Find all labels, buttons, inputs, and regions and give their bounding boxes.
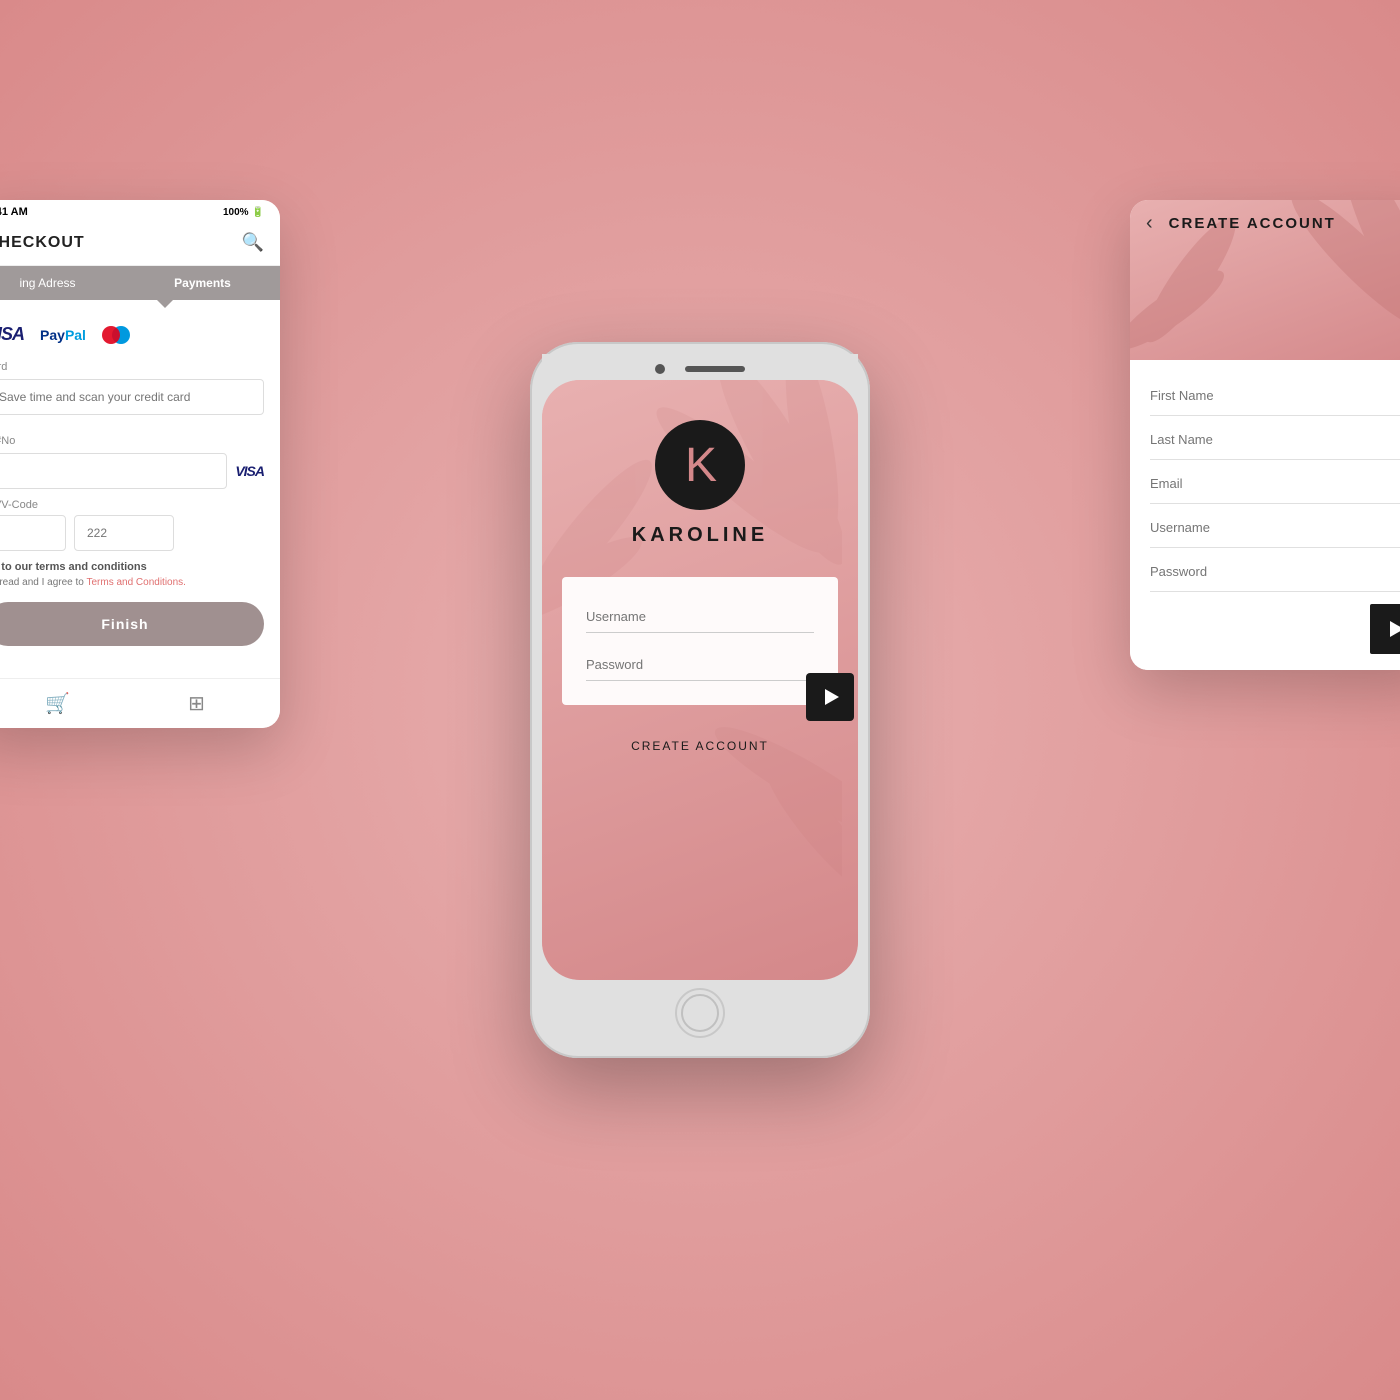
status-bar: 9:41 AM 100% 🔋 [0,200,280,224]
phone-screen: K KAROLINE CREATE ACCOUNT [542,380,858,980]
cart-icon[interactable]: 🛒 [45,691,70,716]
logo-letter: K [685,438,715,493]
login-card [562,577,838,705]
visa-card-logo: VISA [235,463,264,479]
cvv-input-value[interactable] [74,515,174,551]
username-input[interactable] [586,601,814,633]
right-phone: ‹ CREATE ACCOUNT [1130,200,1400,670]
next-arrow-icon [1390,621,1400,637]
screen-content: K KAROLINE CREATE ACCOUNT [542,380,858,980]
home-button[interactable] [675,988,725,1038]
terms-link[interactable]: Terms and Conditions. [86,577,186,588]
terms-heading: ee to our terms and conditions [0,561,264,573]
left-phone: 9:41 AM 100% 🔋 CHECKOUT 🔍 ing Adress Pay… [0,200,280,728]
first-name-input[interactable] [1150,376,1400,416]
card-number-row: VISA [0,453,264,489]
scan-card-input[interactable] [0,379,264,415]
play-triangle-icon [825,689,839,705]
password-input[interactable] [1150,552,1400,592]
terms-text: ve read and I agree to Terms and Conditi… [0,577,264,588]
back-button[interactable]: ‹ [1146,212,1153,235]
center-phone: K KAROLINE CREATE ACCOUNT [530,342,870,1058]
payment-methods: VISA PayPal [0,324,264,345]
maestro-logo [102,326,130,344]
app-logo-circle: K [655,420,745,510]
card-label: card [0,361,264,373]
last-name-input[interactable] [1150,420,1400,460]
paypal-logo: PayPal [40,327,86,343]
create-account-link[interactable]: CREATE ACCOUNT [631,739,769,753]
speaker-bar [685,366,745,372]
email-input[interactable] [1150,464,1400,504]
tab-address[interactable]: ing Adress [0,266,125,300]
checkout-content: VISA PayPal card d #No VISA CVV-Code ee … [0,308,280,678]
username-input[interactable] [1150,508,1400,548]
maestro-red-circle [102,326,120,344]
create-account-title: CREATE ACCOUNT [1169,215,1336,232]
finish-button[interactable]: Finish [0,602,264,646]
next-button[interactable] [1370,604,1400,654]
create-account-header-bg: ‹ CREATE ACCOUNT [1130,200,1400,360]
app-name: KAROLINE [632,524,768,547]
create-account-header-bar: ‹ CREATE ACCOUNT [1130,200,1400,247]
status-time: 9:41 AM [0,206,28,218]
tab-indicator [157,300,173,308]
cvv-label: CVV-Code [0,499,174,511]
checkout-title: CHECKOUT [0,234,85,252]
checkout-header: CHECKOUT 🔍 [0,224,280,266]
battery-indicator: 100% 🔋 [223,207,264,218]
bottom-nav: 🛒 ⊞ [0,678,280,728]
card-no-label: d #No [0,435,264,447]
cvv-input-small[interactable] [0,515,66,551]
battery-icon: 🔋 [252,207,264,218]
tab-payments[interactable]: Payments [125,266,280,300]
password-input[interactable] [586,649,814,681]
create-account-form [1130,360,1400,670]
grid-icon[interactable]: ⊞ [188,691,205,716]
camera-dot [655,364,665,374]
search-icon[interactable]: 🔍 [242,232,264,253]
checkout-tabs: ing Adress Payments [0,266,280,300]
phone-frame: K KAROLINE CREATE ACCOUNT [530,342,870,1058]
home-button-inner [681,994,719,1032]
visa-logo: VISA [0,324,24,345]
play-button[interactable] [806,673,854,721]
card-number-input[interactable] [0,453,227,489]
phone-notch [542,354,858,380]
